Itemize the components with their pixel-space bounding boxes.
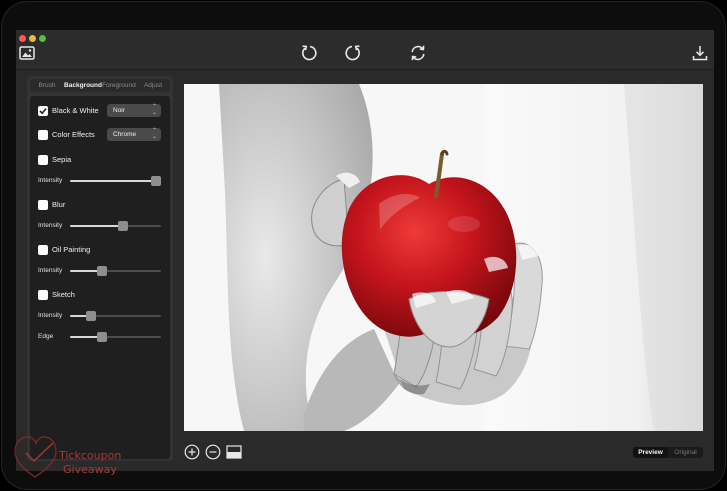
oil-painting-intensity-slider[interactable] bbox=[70, 266, 161, 276]
sepia-checkbox[interactable] bbox=[38, 155, 48, 165]
blur-intensity-label: Intensity bbox=[38, 222, 63, 229]
slider-knob[interactable] bbox=[96, 332, 107, 342]
watermark-line2: Giveaway bbox=[63, 463, 117, 476]
photo-canvas[interactable] bbox=[184, 84, 703, 431]
view-toggle[interactable]: Preview Original bbox=[633, 447, 703, 458]
device-frame: Brush Background Foreground Adjust Black… bbox=[1, 1, 726, 490]
color-effects-select[interactable]: Chrome ⌃ ⌄ bbox=[107, 128, 161, 141]
blur-intensity-slider[interactable] bbox=[70, 221, 161, 231]
black-white-select[interactable]: Noir ⌃ ⌄ bbox=[107, 104, 161, 117]
slider-fill bbox=[70, 225, 123, 227]
effects-sidebar: Brush Background Foreground Adjust Black… bbox=[27, 76, 173, 461]
zoom-in-icon[interactable] bbox=[184, 444, 200, 460]
oil-painting-intensity-label: Intensity bbox=[38, 267, 63, 274]
maximize-window-button[interactable] bbox=[39, 35, 46, 42]
color-effects-checkbox[interactable] bbox=[38, 130, 48, 140]
preview-button[interactable]: Preview bbox=[633, 447, 668, 458]
effects-panel: Black & White Noir ⌃ ⌄ Color Effects Chro… bbox=[30, 96, 170, 459]
blur-checkbox[interactable] bbox=[38, 200, 48, 210]
sketch-edge-label: Edge bbox=[38, 333, 54, 340]
redo-icon[interactable] bbox=[344, 44, 362, 62]
sidebar-tabs: Brush Background Foreground Adjust bbox=[30, 79, 170, 92]
split-view-icon[interactable] bbox=[226, 444, 242, 460]
photo-image bbox=[184, 84, 703, 431]
sepia-intensity-label: Intensity bbox=[38, 177, 63, 184]
slider-knob[interactable] bbox=[151, 176, 162, 186]
sketch-intensity-label: Intensity bbox=[38, 312, 63, 319]
color-effects-label: Color Effects bbox=[52, 130, 95, 139]
slider-fill bbox=[70, 180, 157, 182]
tab-brush[interactable]: Brush bbox=[30, 79, 64, 92]
slider-knob[interactable] bbox=[85, 311, 96, 321]
black-white-label: Black & White bbox=[52, 106, 99, 115]
toolbar bbox=[16, 30, 714, 70]
sepia-label: Sepia bbox=[52, 155, 72, 164]
oil-painting-checkbox[interactable] bbox=[38, 245, 48, 255]
black-white-select-value: Noir bbox=[113, 107, 125, 114]
slider-knob[interactable] bbox=[96, 266, 107, 276]
slider-knob[interactable] bbox=[117, 221, 128, 231]
app-window: Brush Background Foreground Adjust Black… bbox=[16, 30, 714, 471]
sepia-intensity-slider[interactable] bbox=[70, 176, 162, 186]
blur-label: Blur bbox=[52, 200, 66, 209]
watermark-logo: Tickcoupon Giveaway bbox=[13, 433, 133, 483]
sketch-label: Sketch bbox=[52, 290, 75, 299]
refresh-icon[interactable] bbox=[409, 44, 427, 62]
select-chevron-icon: ⌃ ⌄ bbox=[151, 128, 157, 140]
original-button[interactable]: Original bbox=[668, 447, 703, 458]
sketch-intensity-slider[interactable] bbox=[70, 311, 161, 321]
sketch-checkbox[interactable] bbox=[38, 290, 48, 300]
oil-painting-label: Oil Painting bbox=[52, 245, 91, 254]
sketch-edge-slider[interactable] bbox=[70, 332, 161, 342]
undo-icon[interactable] bbox=[300, 44, 318, 62]
image-icon[interactable] bbox=[19, 46, 35, 60]
close-window-button[interactable] bbox=[19, 35, 26, 42]
select-chevron-icon: ⌃ ⌄ bbox=[151, 104, 157, 116]
tab-adjust[interactable]: Adjust bbox=[136, 79, 170, 92]
minimize-window-button[interactable] bbox=[29, 35, 36, 42]
zoom-out-icon[interactable] bbox=[205, 444, 221, 460]
color-effects-select-value: Chrome bbox=[113, 131, 137, 138]
tab-foreground[interactable]: Foreground bbox=[102, 79, 136, 92]
watermark-line1: Tickcoupon bbox=[59, 449, 122, 462]
download-icon[interactable] bbox=[692, 45, 708, 61]
tab-background[interactable]: Background bbox=[64, 79, 102, 92]
black-white-checkbox[interactable] bbox=[38, 106, 48, 116]
